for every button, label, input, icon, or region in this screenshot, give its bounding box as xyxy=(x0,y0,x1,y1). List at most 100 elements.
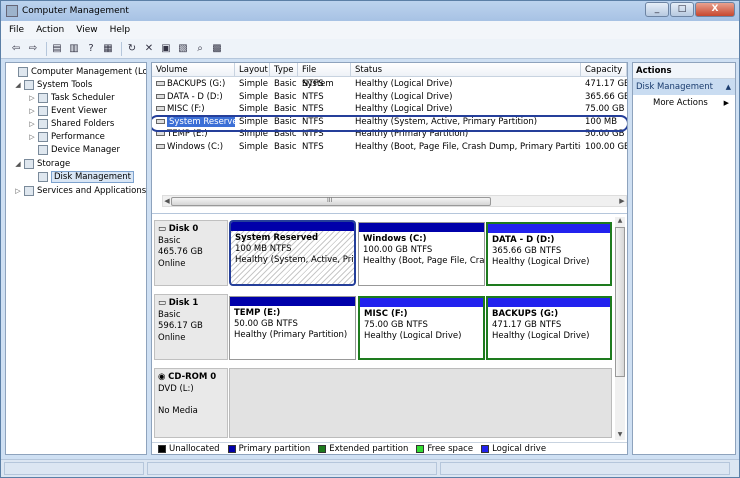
submenu-arrow-icon: ▶ xyxy=(723,99,729,107)
collapse-arrow-icon[interactable]: ◢ xyxy=(14,81,22,89)
view-icon[interactable]: ▩ xyxy=(210,42,224,56)
disk-0-label[interactable]: ▭ Disk 0 Basic 465.76 GB Online xyxy=(154,220,228,286)
actions-pane: Actions Disk Management ▲ More Actions ▶ xyxy=(632,62,736,455)
menu-view[interactable]: View xyxy=(76,25,97,35)
legend-swatch-extended xyxy=(318,445,327,453)
scroll-up-icon[interactable]: ▲ xyxy=(615,217,625,226)
toolbar-separator xyxy=(121,41,122,56)
cdrom-empty-area xyxy=(229,368,612,438)
expand-arrow-icon[interactable]: ▷ xyxy=(28,133,36,141)
main-pane: Volume Layout Type File System Status Ca… xyxy=(151,62,628,455)
status-cell xyxy=(440,462,730,475)
disk-icon: ▭ xyxy=(158,298,167,308)
expand-arrow-icon[interactable]: ▷ xyxy=(28,120,36,128)
tree-item-performance[interactable]: ▷ Performance xyxy=(28,130,105,143)
table-row[interactable]: Windows (C:) Simple Basic NTFS Healthy (… xyxy=(152,141,627,154)
collapse-arrow-icon[interactable]: ◢ xyxy=(14,160,22,168)
disk-layout-pane: ▭ Disk 0 Basic 465.76 GB Online System R… xyxy=(152,213,627,441)
table-row[interactable]: BACKUPS (G:) Simple Basic NTFS Healthy (… xyxy=(152,78,627,91)
scroll-down-icon[interactable]: ▼ xyxy=(615,431,625,440)
column-header-layout[interactable]: Layout xyxy=(235,63,270,77)
minimize-button[interactable]: _ xyxy=(645,2,669,17)
tree-item-disk-management[interactable]: Disk Management xyxy=(28,170,134,183)
partition-temp-e[interactable]: TEMP (E:) 50.00 GB NTFS Healthy (Primary… xyxy=(229,296,356,360)
tree-item-system-tools[interactable]: ◢ System Tools xyxy=(14,78,92,91)
tree-item-computer-management[interactable]: Computer Management (Local xyxy=(8,65,146,78)
highlight-oval xyxy=(152,115,627,132)
partition-data-d[interactable]: DATA - D (D:) 365.66 GB NTFS Healthy (Lo… xyxy=(486,222,612,286)
app-icon xyxy=(6,5,18,17)
folder-icon xyxy=(38,118,48,129)
scroll-thumb[interactable] xyxy=(615,227,625,377)
toolbar: ⇦ ⇨ ▤ ▥ ? ▦ ↻ ✕ ▣ ▧ ⌕ ▩ xyxy=(1,39,739,59)
legend-swatch-primary xyxy=(227,445,236,453)
maximize-button[interactable]: □ xyxy=(670,2,694,17)
search-icon[interactable]: ⌕ xyxy=(193,42,207,56)
cdrom-icon: ◉ xyxy=(158,372,166,382)
toolbar-separator xyxy=(46,41,47,56)
cdrom-0-label[interactable]: ◉ CD-ROM 0 DVD (L:) No Media xyxy=(154,368,228,438)
menu-file[interactable]: File xyxy=(9,25,24,35)
column-header-volume[interactable]: Volume xyxy=(152,63,235,77)
window: Computer Management _ □ X File Action Vi… xyxy=(0,0,740,478)
storage-icon xyxy=(24,158,34,169)
chart-icon xyxy=(38,131,48,142)
up-folder-icon[interactable]: ▤ xyxy=(50,42,64,56)
show-hide-tree-icon[interactable]: ▥ xyxy=(67,42,81,56)
back-icon[interactable]: ⇦ xyxy=(9,42,23,56)
table-row[interactable]: DATA - D (D:) Simple Basic NTFS Healthy … xyxy=(152,91,627,104)
legend-swatch-free-space xyxy=(416,445,425,453)
refresh-icon[interactable]: ↻ xyxy=(125,42,139,56)
window-title: Computer Management xyxy=(22,6,129,16)
menu-action[interactable]: Action xyxy=(36,25,64,35)
actions-section-disk-management[interactable]: Disk Management ▲ xyxy=(633,79,735,95)
title-bar: Computer Management _ □ X xyxy=(1,1,739,21)
drive-icon xyxy=(156,93,165,99)
column-header-file-system[interactable]: File System xyxy=(298,63,351,89)
tree-item-storage[interactable]: ◢ Storage xyxy=(14,157,70,170)
expand-arrow-icon[interactable]: ▷ xyxy=(28,107,36,115)
scroll-right-icon[interactable]: ▶ xyxy=(618,196,626,206)
tree-item-event-viewer[interactable]: ▷ Event Viewer xyxy=(28,104,107,117)
open-icon[interactable]: ▣ xyxy=(159,42,173,56)
status-bar xyxy=(1,459,739,477)
tree-item-shared-folders[interactable]: ▷ Shared Folders xyxy=(28,117,114,130)
tree-item-services-and-applications[interactable]: ▷ Services and Applications xyxy=(14,184,146,197)
more-actions-item[interactable]: More Actions ▶ xyxy=(633,95,735,111)
properties-icon[interactable]: ▦ xyxy=(101,42,115,56)
explore-icon[interactable]: ▧ xyxy=(176,42,190,56)
status-cell xyxy=(4,462,144,475)
tools-icon xyxy=(24,79,34,90)
partition-misc-f[interactable]: MISC (F:) 75.00 GB NTFS Healthy (Logical… xyxy=(358,296,485,360)
close-button[interactable]: X xyxy=(695,2,735,17)
delete-icon[interactable]: ✕ xyxy=(142,42,156,56)
menu-bar: File Action View Help xyxy=(1,21,739,39)
status-cell xyxy=(147,462,437,475)
vertical-scrollbar[interactable]: ▲ ▼ xyxy=(615,217,625,440)
drive-icon xyxy=(156,143,165,149)
computer-icon xyxy=(18,66,28,77)
partition-windows-c[interactable]: Windows (C:) 100.00 GB NTFS Healthy (Boo… xyxy=(358,222,485,286)
disk-1-label[interactable]: ▭ Disk 1 Basic 596.17 GB Online xyxy=(154,294,228,360)
horizontal-scrollbar[interactable]: ◀ III ▶ xyxy=(162,195,627,207)
collapse-up-icon[interactable]: ▲ xyxy=(726,79,731,95)
tree-item-device-manager[interactable]: Device Manager xyxy=(28,143,120,156)
expand-arrow-icon[interactable]: ▷ xyxy=(14,187,22,195)
forward-icon[interactable]: ⇨ xyxy=(26,42,40,56)
column-header-status[interactable]: Status xyxy=(351,63,581,77)
help-icon[interactable]: ? xyxy=(84,42,98,56)
device-icon xyxy=(38,144,48,155)
partition-system-reserved[interactable]: System Reserved 100 MB NTFS Healthy (Sys… xyxy=(229,220,356,286)
tree-item-task-scheduler[interactable]: ▷ Task Scheduler xyxy=(28,91,115,104)
table-row[interactable]: MISC (F:) Simple Basic NTFS Healthy (Log… xyxy=(152,103,627,116)
volume-list-header: Volume Layout Type File System Status Ca… xyxy=(152,63,627,89)
column-header-type[interactable]: Type xyxy=(270,63,298,77)
column-header-capacity[interactable]: Capacity xyxy=(581,63,627,77)
partition-backups-g[interactable]: BACKUPS (G:) 471.17 GB NTFS Healthy (Log… xyxy=(486,296,612,360)
legend-swatch-logical xyxy=(481,445,490,453)
menu-help[interactable]: Help xyxy=(110,25,131,35)
scroll-left-icon[interactable]: ◀ xyxy=(163,196,171,206)
clock-icon xyxy=(38,92,48,103)
scroll-thumb[interactable]: III xyxy=(171,197,491,206)
expand-arrow-icon[interactable]: ▷ xyxy=(28,94,36,102)
